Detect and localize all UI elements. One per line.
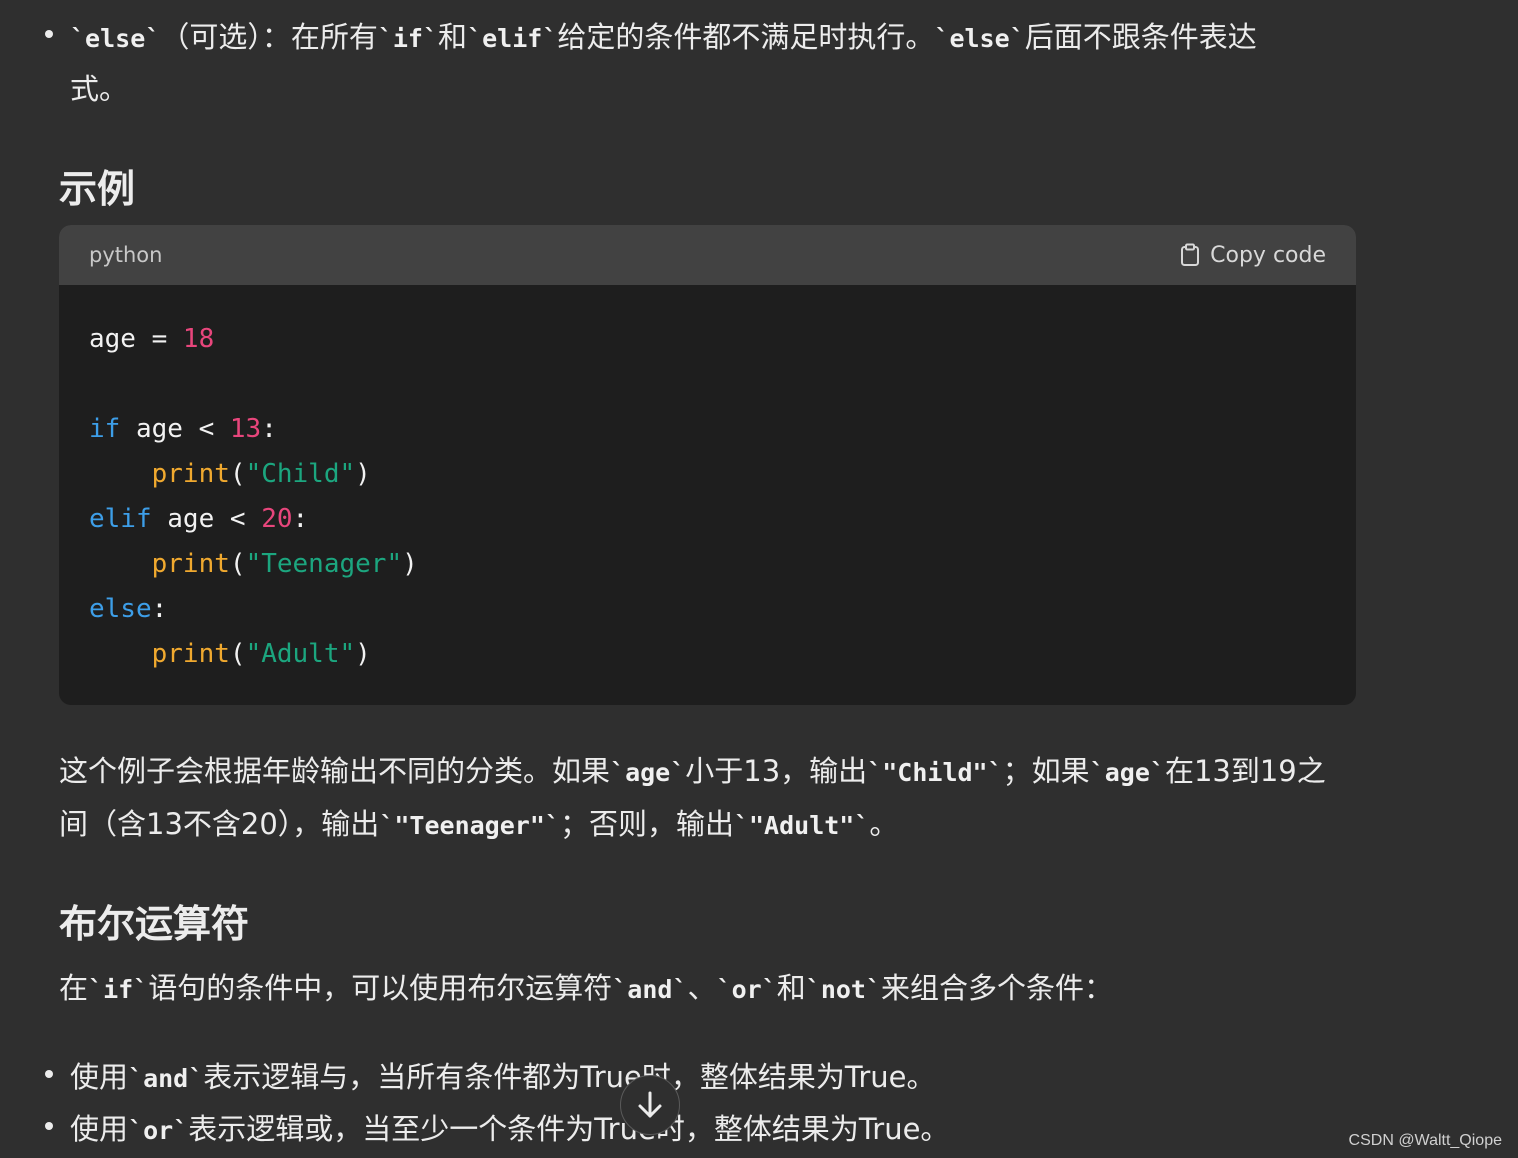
code-line: else:	[89, 594, 168, 624]
bullet-dot	[45, 1070, 53, 1078]
example-heading: 示例	[59, 167, 136, 211]
inline-code: `not`	[805, 975, 882, 1004]
inline-code: `"Child"`	[867, 758, 1003, 787]
code-language-label: python	[89, 243, 163, 267]
else-description: `else`（可选）：在所有`if`和`elif`给定的条件都不满足时执行。`e…	[70, 20, 1257, 54]
code-block: python Copy code age = 18 if age < 13: p…	[59, 225, 1356, 705]
clipboard-icon	[1181, 243, 1200, 266]
inline-code: `age`	[1089, 758, 1165, 787]
list-item: 使用`or`表示逻辑或，当至少一个条件为True时，整体结果为True。	[70, 1112, 950, 1146]
inline-code: `elif`	[467, 24, 558, 53]
code-line: if age < 13:	[89, 414, 277, 444]
code-line: print("Adult")	[151, 639, 371, 669]
code-line: age = 18	[89, 324, 215, 354]
watermark: CSDN @Waltt_Qiope	[1348, 1132, 1502, 1149]
bullet-dot	[45, 1122, 53, 1130]
boolean-operators-heading: 布尔运算符	[59, 902, 250, 946]
inline-code: `and`	[612, 975, 688, 1004]
scroll-to-bottom-button[interactable]	[620, 1075, 680, 1135]
code-line: elif age < 20:	[89, 504, 309, 534]
inline-code: `else`	[934, 24, 1025, 53]
inline-code: `if`	[377, 24, 439, 53]
inline-code: `age`	[610, 758, 686, 787]
inline-code: `"Teenager"`	[379, 811, 560, 840]
explanation-line-1: 这个例子会根据年龄输出不同的分类。如果`age`小于13，输出`"Child"`…	[59, 754, 1326, 788]
inline-code: `and`	[128, 1064, 204, 1093]
code-content: age = 18 if age < 13: print("Child") eli…	[59, 285, 1356, 677]
else-description-cont: 式。	[70, 72, 129, 106]
inline-code: `or`	[716, 975, 777, 1004]
boolean-intro: 在`if`语句的条件中，可以使用布尔运算符`and`、`or`和`not`来组合…	[59, 971, 1114, 1005]
inline-code: `"Adult"`	[733, 811, 870, 840]
copy-code-label: Copy code	[1210, 242, 1326, 268]
inline-code: `or`	[128, 1116, 189, 1145]
code-line: print("Teenager")	[151, 549, 418, 579]
bullet-dot	[45, 30, 53, 38]
copy-code-button[interactable]: Copy code	[1180, 243, 1326, 268]
inline-code: `else`	[70, 24, 161, 53]
code-block-header: python Copy code	[59, 225, 1356, 285]
list-item: 使用`and`表示逻辑与，当所有条件都为True时，整体结果为True。	[70, 1060, 936, 1094]
inline-code: `if`	[88, 975, 149, 1004]
code-line: print("Child")	[151, 459, 371, 489]
arrow-down-icon	[638, 1091, 662, 1118]
explanation-line-2: 间（含13不含20），输出`"Teenager"`；否则，输出`"Adult"`…	[59, 807, 899, 841]
